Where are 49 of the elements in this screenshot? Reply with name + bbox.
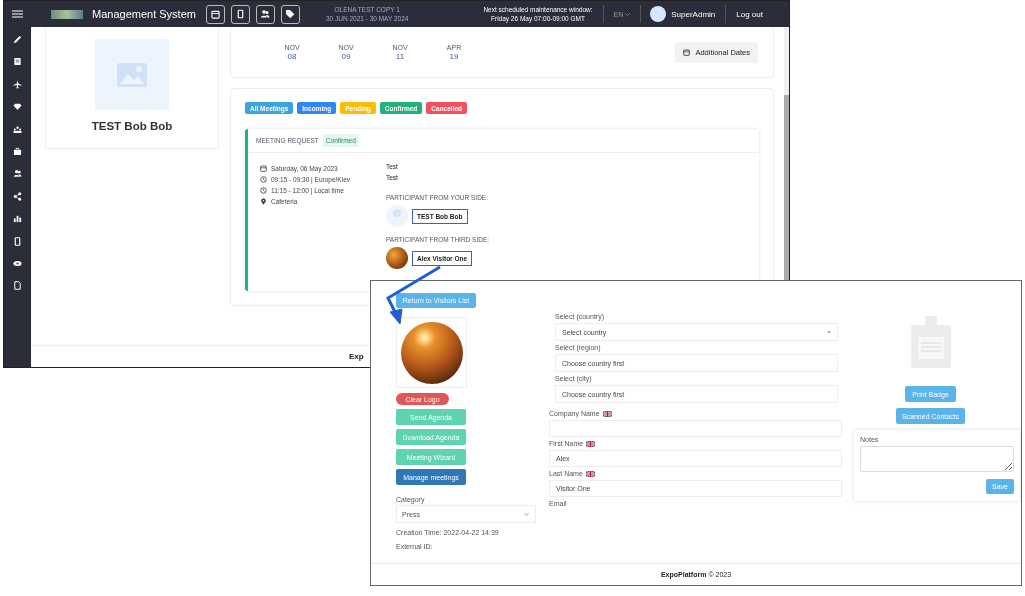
footer-text: Exp — [349, 352, 364, 361]
tag-button[interactable] — [280, 4, 300, 24]
photo-placeholder — [400, 321, 463, 384]
users-icon[interactable] — [13, 169, 22, 179]
eye-icon[interactable] — [13, 258, 22, 268]
caret-icon — [625, 12, 631, 16]
clock-icon — [260, 176, 267, 183]
phone-button[interactable] — [230, 4, 250, 24]
phone-icon — [235, 9, 245, 19]
briefcase-icon[interactable] — [13, 146, 22, 156]
diamond-icon[interactable] — [13, 102, 22, 112]
user-name: SuperAdmin — [671, 9, 716, 19]
profile-name: TEST Bob Bob — [91, 120, 173, 132]
tag-icon — [285, 9, 296, 19]
badge-icon — [910, 316, 951, 368]
pencil-icon[interactable] — [13, 35, 22, 44]
plane-icon[interactable] — [13, 79, 22, 89]
date-day: 19 — [449, 52, 459, 61]
users-icon — [260, 9, 271, 19]
form-icon[interactable] — [13, 57, 22, 67]
bar-chart-icon[interactable] — [13, 214, 22, 224]
chevron-icon — [524, 512, 529, 516]
calendar-icon — [210, 9, 220, 19]
phone-icon[interactable] — [13, 236, 22, 246]
photo-placeholder — [386, 247, 408, 269]
date-day: 09 — [341, 52, 351, 61]
notes-field[interactable] — [860, 446, 1014, 472]
calendar-button[interactable] — [205, 4, 225, 24]
app-title: Management System — [92, 8, 196, 20]
users-button[interactable] — [255, 4, 275, 24]
clock-icon — [260, 187, 267, 194]
flag-icon — [585, 470, 595, 477]
flag-icon — [586, 440, 596, 447]
calendar-icon — [260, 165, 267, 172]
image-icon — [116, 61, 148, 88]
date-day: 08 — [287, 52, 297, 61]
date-day: 11 — [395, 52, 405, 61]
menu-icon[interactable] — [12, 10, 23, 18]
logo-image — [51, 9, 83, 19]
file-icon[interactable] — [13, 281, 22, 291]
share-icon[interactable] — [13, 191, 22, 201]
calendar-icon — [683, 48, 691, 56]
chevron-icon — [827, 330, 831, 334]
location-pin-icon — [260, 198, 267, 205]
flag-icon — [602, 410, 612, 417]
avatar-icon — [650, 6, 667, 22]
avatar-icon — [386, 205, 408, 227]
logout-link[interactable]: Log out — [726, 9, 789, 19]
org-chart-icon[interactable] — [13, 124, 22, 134]
